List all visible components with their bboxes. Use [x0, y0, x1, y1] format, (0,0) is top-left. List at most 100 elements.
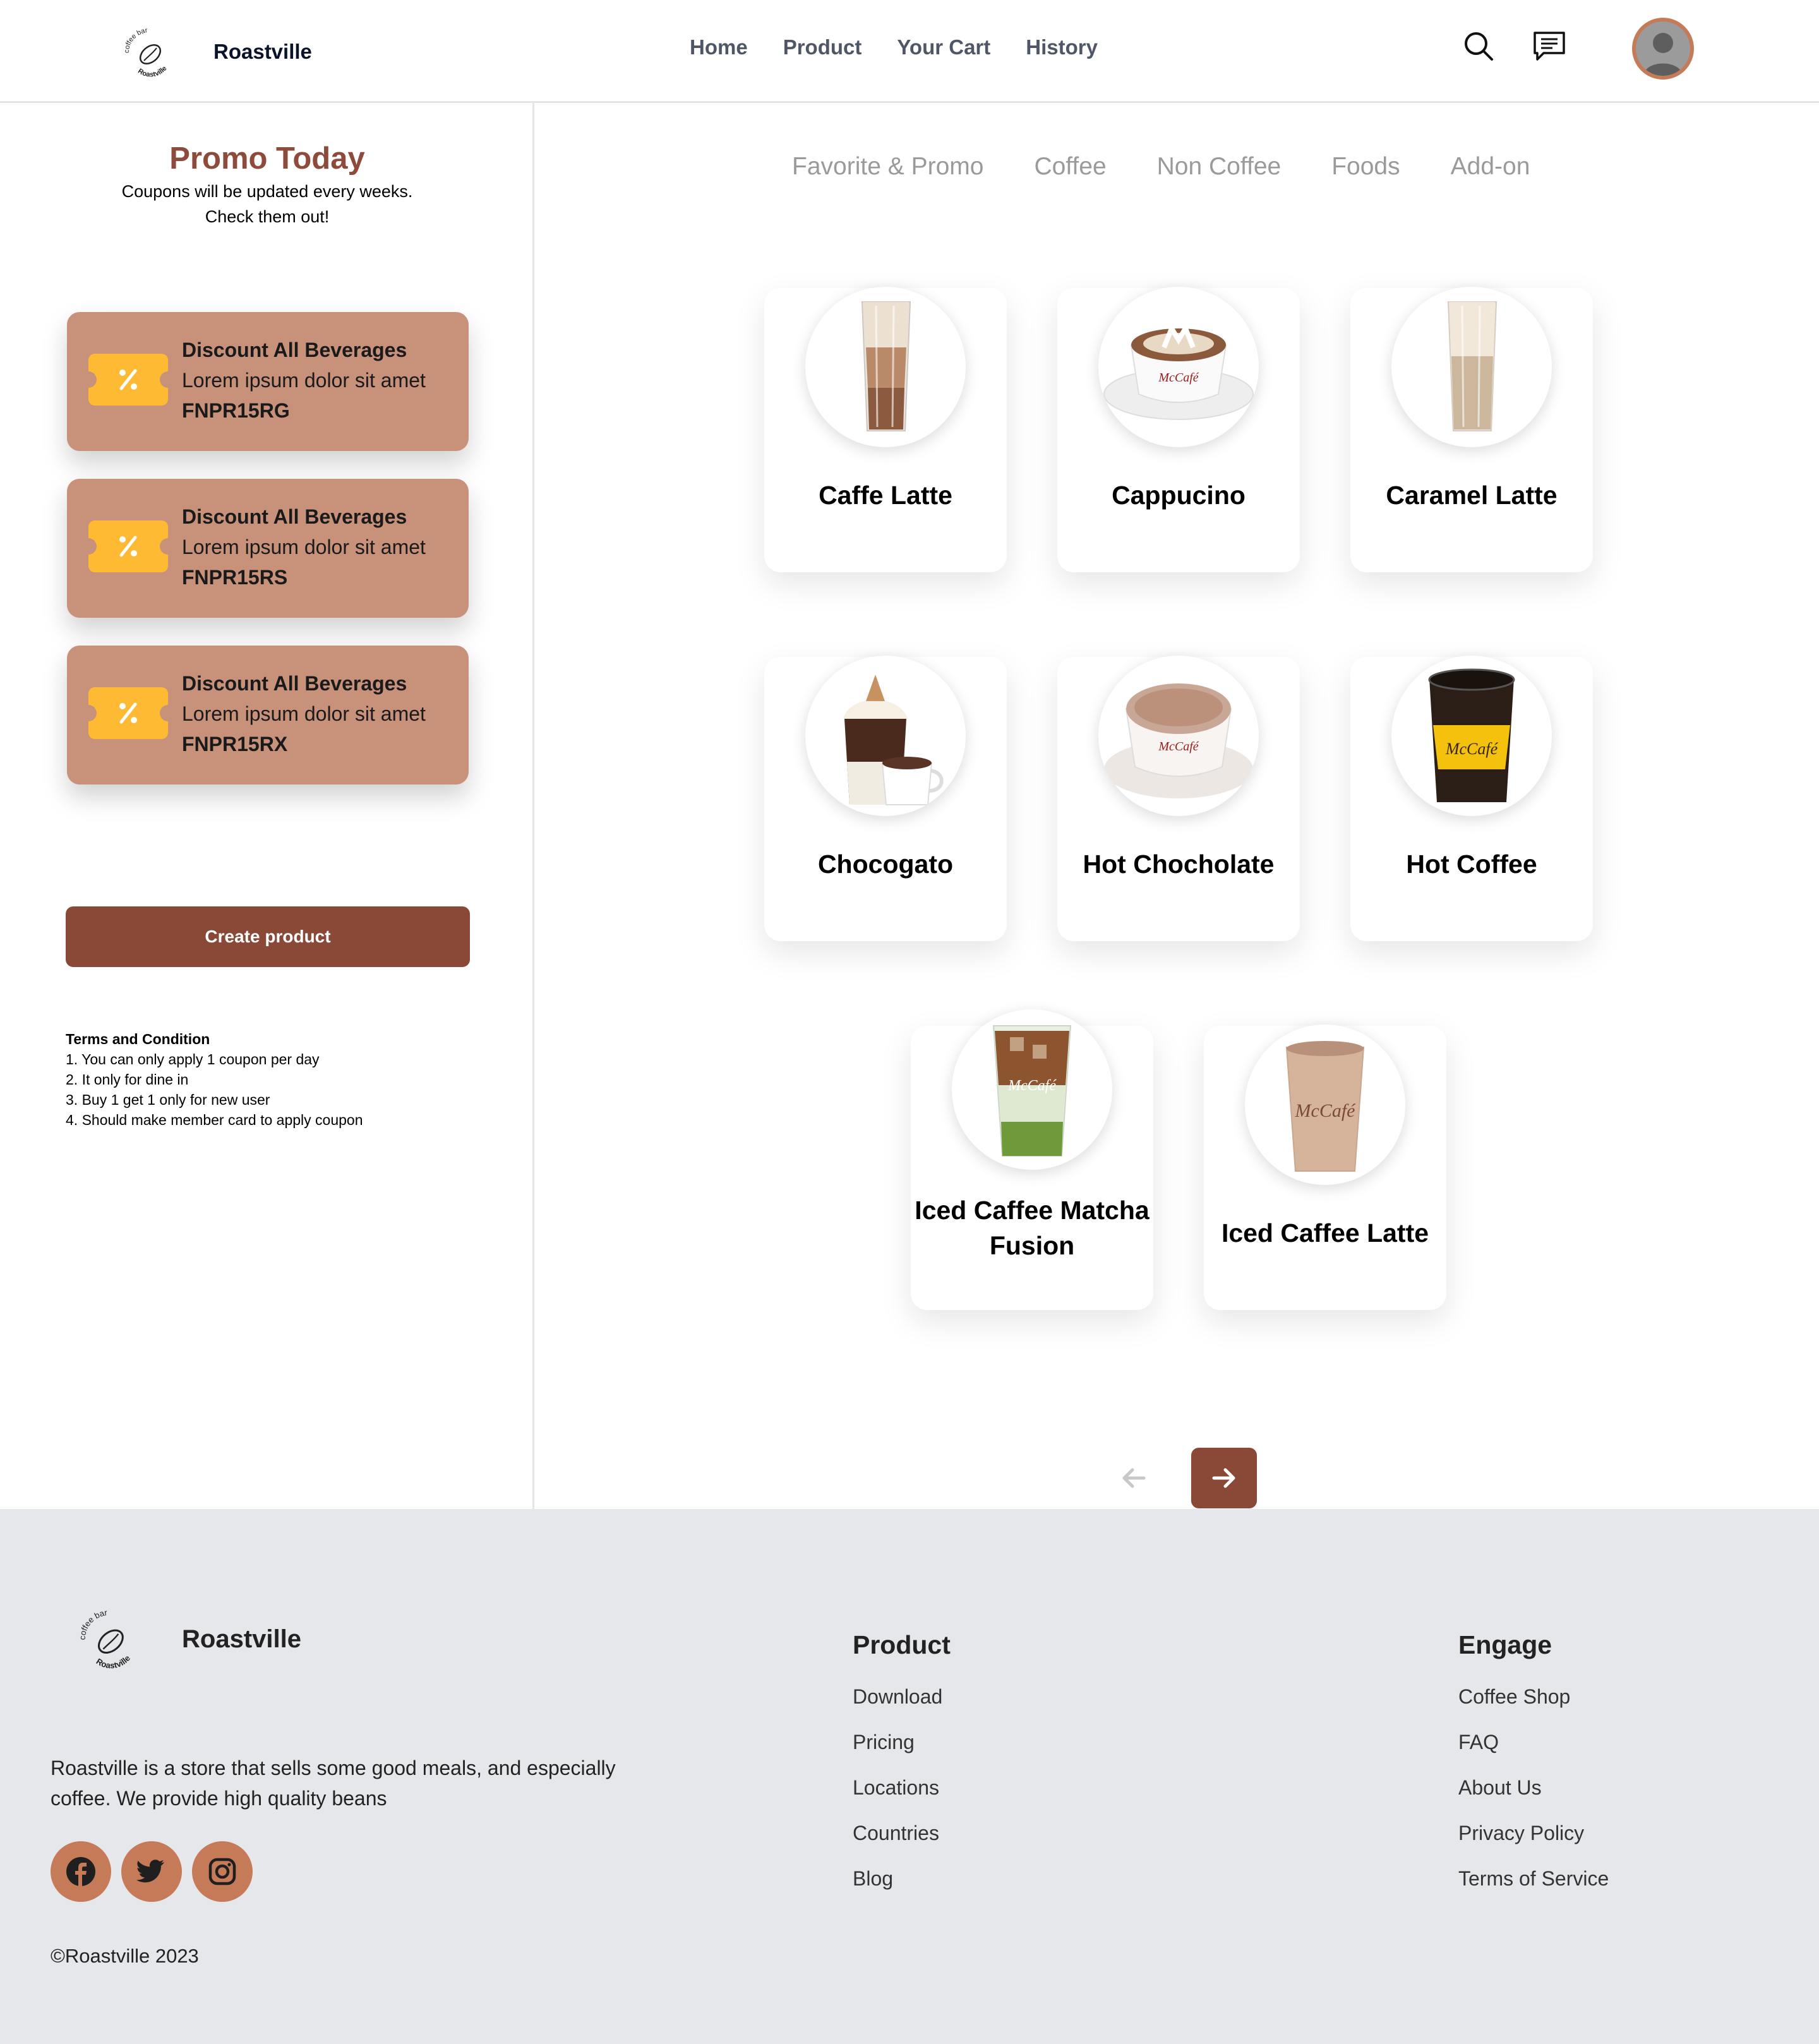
product-name: Cappucino [1112, 481, 1246, 510]
terms-item: 3. Buy 1 get 1 only for new user [66, 1091, 270, 1108]
product-name: Hot Chocholate [1083, 850, 1275, 879]
footer-link-faq[interactable]: FAQ [1458, 1719, 1609, 1765]
footer-product-column: Product Download Pricing Locations Count… [853, 1630, 951, 1901]
tab-foods[interactable]: Foods [1331, 153, 1400, 181]
promo-sidebar: Promo Today Coupons will be updated ever… [0, 103, 534, 1509]
discount-ticket-icon [88, 520, 168, 572]
avatar[interactable] [1632, 18, 1694, 80]
product-name: Hot Coffee [1406, 850, 1537, 879]
footer-link-about-us[interactable]: About Us [1458, 1765, 1609, 1810]
footer-link-countries[interactable]: Countries [853, 1810, 951, 1856]
instagram-button[interactable] [192, 1841, 253, 1902]
product-name: Iced Caffee Matcha Fusion [915, 1196, 1150, 1260]
nav-history[interactable]: History [1026, 35, 1098, 59]
product-name: Caffe Latte [819, 481, 952, 510]
product-image-label: McCafé [1158, 740, 1199, 754]
tab-coffee[interactable]: Coffee [1034, 153, 1106, 181]
footer-link-terms-of-service[interactable]: Terms of Service [1458, 1856, 1609, 1901]
terms-item: 4. Should make member card to apply coup… [66, 1112, 363, 1128]
coupon-card[interactable]: Discount All Beverages Lorem ipsum dolor… [67, 646, 469, 785]
product-image-label: McCafé [1158, 371, 1199, 385]
footer-link-blog[interactable]: Blog [853, 1856, 951, 1901]
footer-link-download[interactable]: Download [853, 1674, 951, 1719]
discount-ticket-icon [88, 687, 168, 739]
coupon-code: FNPR15RS [182, 566, 288, 589]
brand-logo: coffee bar Roastville [123, 27, 169, 78]
terms-item: 2. It only for dine in [66, 1071, 189, 1088]
product-card[interactable]: McCafé Iced Caffee Matcha Fusion [911, 1009, 1153, 1310]
twitter-icon [136, 1860, 165, 1883]
product-name: Chocogato [817, 850, 954, 879]
coupon-description: Lorem ipsum dolor sit amet [182, 702, 426, 725]
product-image [805, 656, 966, 816]
product-image: McCafé [1391, 656, 1552, 816]
coupon-code: FNPR15RG [182, 399, 290, 422]
footer-link-pricing[interactable]: Pricing [853, 1719, 951, 1765]
product-card[interactable]: McCafé Iced Caffee Latte [1204, 1025, 1446, 1310]
copyright: ©Roastville 2023 [51, 1945, 199, 1967]
brand-name: Roastville [213, 40, 312, 63]
arrow-left-icon [1122, 1468, 1146, 1488]
product-card[interactable]: McCafé Hot Coffee [1350, 656, 1593, 941]
nav-your-cart[interactable]: Your Cart [897, 35, 990, 59]
footer-brand-name: Roastville [182, 1625, 301, 1653]
coupon-title: Discount All Beverages [182, 505, 407, 528]
promo-subtitle: Coupons will be updated every weeks. Che… [121, 182, 413, 226]
main-nav: Home Product Your Cart History [690, 35, 1098, 59]
nav-home[interactable]: Home [690, 35, 748, 59]
tab-non-coffee[interactable]: Non Coffee [1157, 153, 1282, 181]
coupon-card[interactable]: Discount All Beverages Lorem ipsum dolor… [67, 312, 469, 451]
product-image-label: McCafé [1007, 1078, 1057, 1094]
facebook-icon [66, 1857, 95, 1886]
coupon-code: FNPR15RX [182, 733, 288, 755]
product-card[interactable]: Caramel Latte [1350, 287, 1593, 572]
product-image: McCafé [1098, 287, 1259, 447]
category-tabs: Favorite & Promo Coffee Non Coffee Foods… [792, 153, 1530, 181]
facebook-button[interactable] [51, 1841, 111, 1902]
coupon-description: Lorem ipsum dolor sit amet [182, 369, 426, 392]
footer-column-title: Engage [1458, 1630, 1552, 1659]
footer-link-privacy-policy[interactable]: Privacy Policy [1458, 1810, 1609, 1856]
next-page-button[interactable] [1191, 1448, 1257, 1508]
search-icon[interactable] [1462, 29, 1496, 63]
product-image-label: McCafé [1445, 740, 1499, 758]
chat-icon[interactable] [1532, 29, 1566, 63]
product-image [1391, 287, 1552, 447]
product-name: Caramel Latte [1386, 481, 1558, 510]
coupon-description: Lorem ipsum dolor sit amet [182, 536, 426, 558]
footer-description: Roastville is a store that sells some go… [51, 1757, 616, 1810]
product-card[interactable]: McCafé Cappucino [1057, 287, 1300, 572]
product-card[interactable]: Chocogato [764, 656, 1007, 941]
product-name: Iced Caffee Latte [1221, 1218, 1429, 1247]
create-product-button[interactable]: Create product [66, 906, 470, 967]
brand[interactable]: coffee bar Roastville Roastville [120, 25, 312, 78]
footer-logo: coffee bar Roastville [78, 1608, 132, 1671]
product-card[interactable]: McCafé Hot Chocholate [1057, 656, 1300, 941]
coupon-title: Discount All Beverages [182, 339, 407, 361]
coupon-card[interactable]: Discount All Beverages Lorem ipsum dolor… [67, 479, 469, 618]
footer-link-coffee-shop[interactable]: Coffee Shop [1458, 1674, 1609, 1719]
instagram-icon [208, 1858, 236, 1885]
svg-text:Roastville: Roastville [136, 64, 168, 78]
product-card[interactable]: Caffe Latte [764, 287, 1007, 572]
terms-title: Terms and Condition [66, 1031, 210, 1047]
product-image [805, 287, 966, 447]
product-image-label: McCafé [1295, 1100, 1357, 1121]
user-silhouette-icon [1636, 21, 1690, 76]
footer: coffee bar Roastville Roastville Roastvi… [0, 1509, 1819, 2044]
coupon-title: Discount All Beverages [182, 672, 407, 695]
svg-text:Roastville: Roastville [95, 1654, 132, 1671]
previous-page-button[interactable] [1105, 1448, 1162, 1508]
twitter-button[interactable] [121, 1841, 182, 1902]
arrow-right-icon [1212, 1468, 1235, 1488]
footer-link-locations[interactable]: Locations [853, 1765, 951, 1810]
terms-and-conditions: Terms and Condition 1. You can only appl… [66, 1029, 363, 1130]
header: coffee bar Roastville Roastville Home Pr… [0, 0, 1819, 103]
footer-engage-column: Engage Coffee Shop FAQ About Us Privacy … [1458, 1630, 1609, 1901]
product-image: McCafé [952, 1009, 1112, 1170]
nav-product[interactable]: Product [783, 35, 862, 59]
promo-title: Promo Today [169, 141, 365, 176]
tab-favorite-promo[interactable]: Favorite & Promo [792, 153, 983, 181]
terms-item: 1. You can only apply 1 coupon per day [66, 1051, 320, 1067]
tab-add-on[interactable]: Add-on [1451, 153, 1530, 181]
